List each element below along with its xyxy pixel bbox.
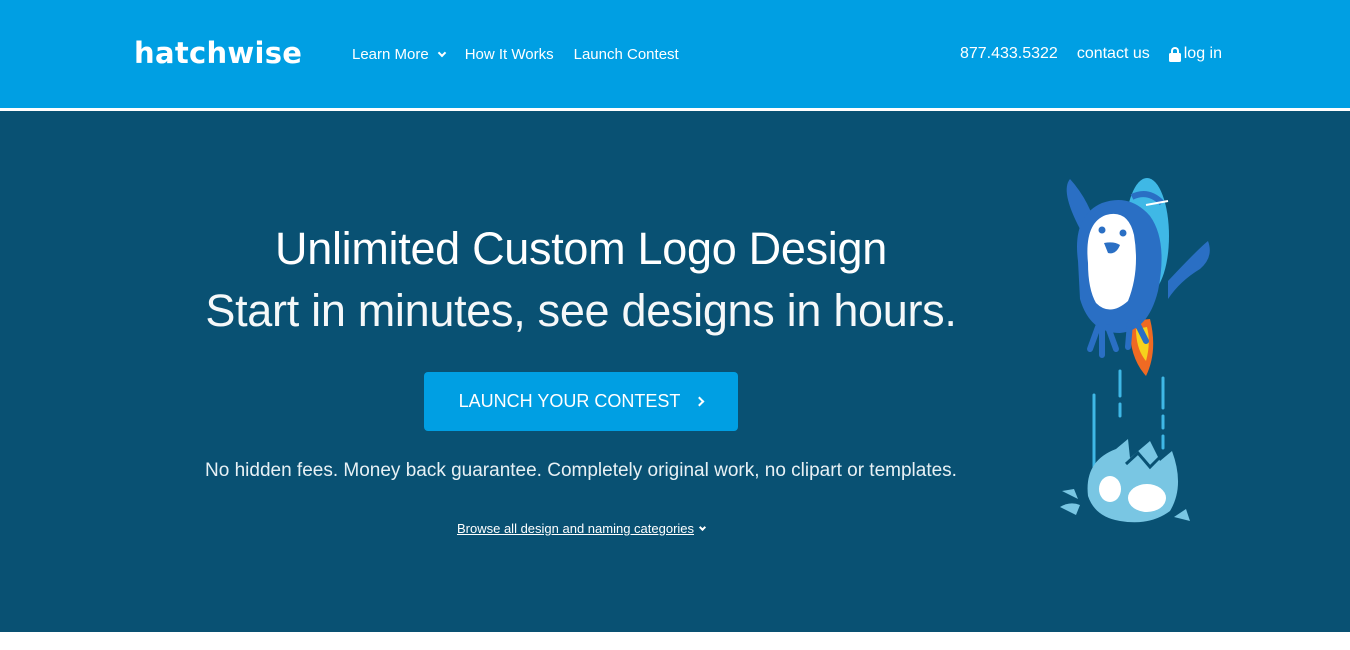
logo[interactable]: hatchwise — [134, 36, 302, 70]
right-wing — [1168, 241, 1210, 299]
login-link[interactable]: log in — [1168, 45, 1222, 63]
cracked-egg — [1060, 439, 1190, 523]
nav-learn-more[interactable]: Learn More — [352, 46, 446, 63]
hero-title: Unlimited Custom Logo Design — [275, 223, 887, 274]
chevron-down-icon — [437, 48, 446, 57]
launch-contest-label: LAUNCH YOUR CONTEST — [458, 391, 681, 411]
nav-launch-contest[interactable]: Launch Contest — [574, 46, 679, 63]
launch-contest-button[interactable]: LAUNCH YOUR CONTEST — [424, 372, 738, 431]
utility-nav: 877.433.5322 contact us log in — [941, 45, 1222, 63]
contact-us-link[interactable]: contact us — [1077, 45, 1150, 63]
browse-categories: Browse all design and naming categories — [0, 520, 1162, 538]
hero-section: Unlimited Custom Logo Design Start in mi… — [0, 111, 1350, 632]
nav-learn-more-label: Learn More — [352, 46, 429, 63]
penguin-rocket-illustration — [1060, 178, 1210, 523]
main-nav: Learn More How It Works Launch Contest — [352, 46, 699, 63]
login-label: log in — [1183, 45, 1222, 62]
chevron-down-icon — [698, 523, 707, 531]
site-header: hatchwise Learn More How It Works Launch… — [0, 0, 1350, 108]
browse-categories-label: Browse all design and naming categories — [456, 521, 695, 536]
phone-number: 877.433.5322 — [959, 45, 1058, 62]
chevron-right-icon — [694, 396, 705, 407]
nav-how-it-works[interactable]: How It Works — [465, 46, 554, 63]
lock-icon — [1168, 46, 1181, 62]
browse-categories-link[interactable]: Browse all design and naming categories — [456, 521, 707, 536]
hero-subtitle: Start in minutes, see designs in hours. — [205, 285, 957, 336]
hero-guarantee-note: No hidden fees. Money back guarantee. Co… — [205, 460, 957, 481]
